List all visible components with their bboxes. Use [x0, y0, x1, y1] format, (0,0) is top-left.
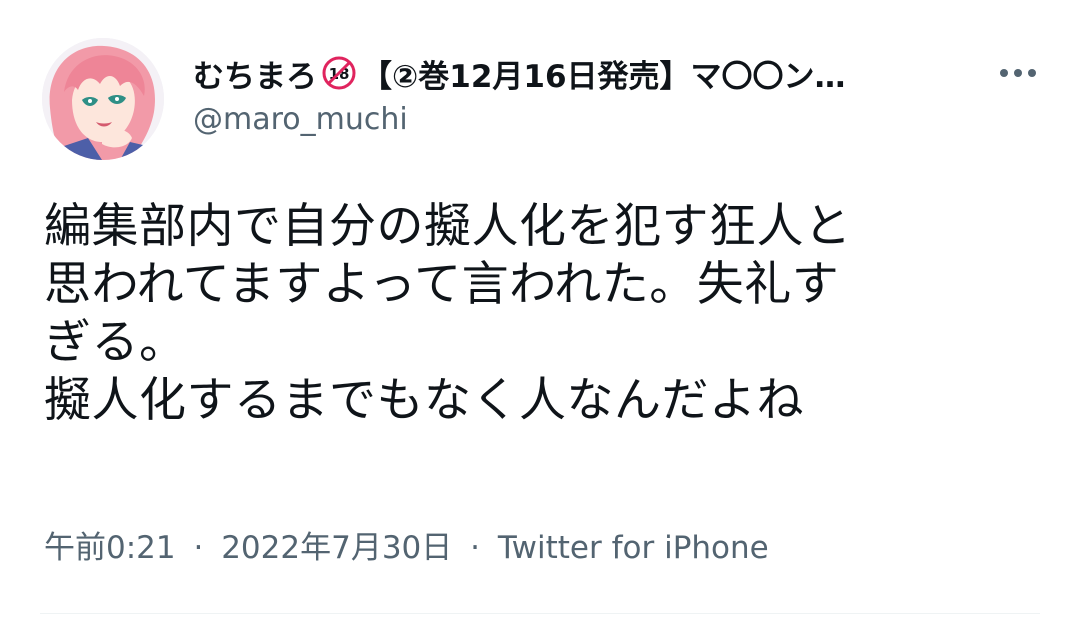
more-horizontal-icon	[1000, 69, 1036, 77]
meta-separator: ·	[193, 530, 204, 566]
author-name-row[interactable]: むちまろ 18 【②巻12月16日発売】マ〇〇ン…	[193, 48, 973, 98]
tweet-meta: 午前0:21 · 2022年7月30日 · Twitter for iPhone	[44, 528, 769, 568]
avatar-image	[42, 38, 164, 160]
tweet-date[interactable]: 2022年7月30日	[221, 530, 452, 566]
r18-icon: 18	[321, 55, 357, 91]
tweet-card: むちまろ 18 【②巻12月16日発売】マ〇〇ン… @maro_muchi 編集…	[0, 0, 1080, 618]
more-button[interactable]	[990, 58, 1046, 88]
divider	[40, 613, 1040, 614]
meta-separator: ·	[470, 530, 480, 566]
display-name-suffix[interactable]: 【②巻12月16日発売】マ〇〇ン…	[361, 51, 846, 96]
avatar[interactable]	[42, 38, 164, 160]
tweet-source[interactable]: Twitter for iPhone	[498, 530, 769, 566]
tweet-time[interactable]: 午前0:21	[44, 530, 176, 566]
tweet-text: 編集部内で自分の擬人化を犯す狂人と 思われてますよって言われた。失礼す ぎる。 …	[44, 199, 852, 428]
display-name-prefix[interactable]: むちまろ	[193, 51, 317, 96]
author-handle[interactable]: @maro_muchi	[193, 100, 408, 140]
